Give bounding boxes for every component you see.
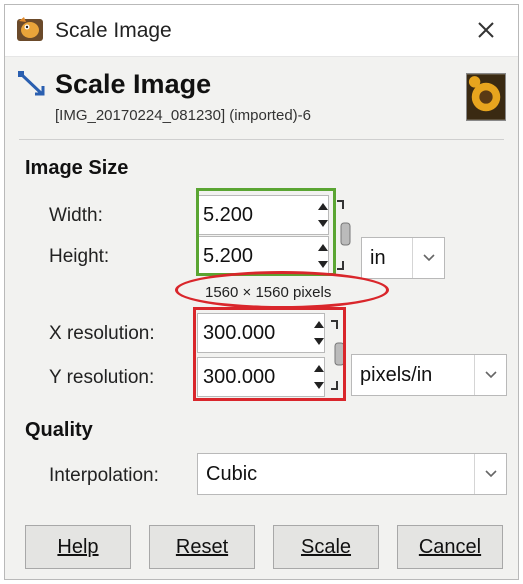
resolution-highlight	[193, 307, 346, 401]
interpolation-value: Cubic	[206, 462, 258, 485]
close-icon[interactable]	[468, 13, 504, 47]
width-label: Width:	[49, 205, 103, 226]
cancel-button[interactable]: Cancel	[397, 525, 503, 569]
chain-link-icon[interactable]	[335, 195, 355, 275]
chevron-down-icon[interactable]	[474, 454, 506, 494]
reset-button[interactable]: Reset	[149, 525, 255, 569]
dialog-heading: Scale Image	[55, 69, 212, 99]
help-button[interactable]: Help	[25, 525, 131, 569]
chevron-down-icon[interactable]	[412, 238, 444, 278]
title-bar: Scale Image	[5, 5, 518, 57]
gimp-icon	[17, 17, 43, 41]
scale-image-dialog: Scale Image Scale Image [IMG_20170224_08…	[4, 4, 519, 580]
pixel-dimensions-highlight	[175, 271, 389, 309]
scale-image-icon	[18, 71, 45, 96]
image-name: [IMG_20170224_081230] (imported)-6	[55, 107, 311, 124]
header-separator	[19, 139, 504, 140]
x-resolution-label: X resolution:	[49, 323, 155, 344]
interpolation-label: Interpolation:	[49, 465, 159, 486]
quality-heading: Quality	[25, 419, 93, 441]
unit-value: in	[370, 246, 386, 269]
sunflower-thumbnail	[466, 73, 506, 121]
y-resolution-label: Y resolution:	[49, 367, 155, 388]
interpolation-select[interactable]: Cubic	[197, 453, 507, 495]
chevron-down-icon[interactable]	[474, 355, 506, 395]
width-height-highlight	[196, 188, 336, 276]
unit-select[interactable]: in	[361, 237, 445, 279]
scale-button[interactable]: Scale	[273, 525, 379, 569]
height-label: Height:	[49, 246, 110, 267]
resolution-unit-value: pixels/in	[360, 363, 433, 386]
image-size-heading: Image Size	[25, 157, 129, 179]
window-title: Scale Image	[55, 19, 172, 42]
resolution-unit-select[interactable]: pixels/in	[351, 354, 507, 396]
